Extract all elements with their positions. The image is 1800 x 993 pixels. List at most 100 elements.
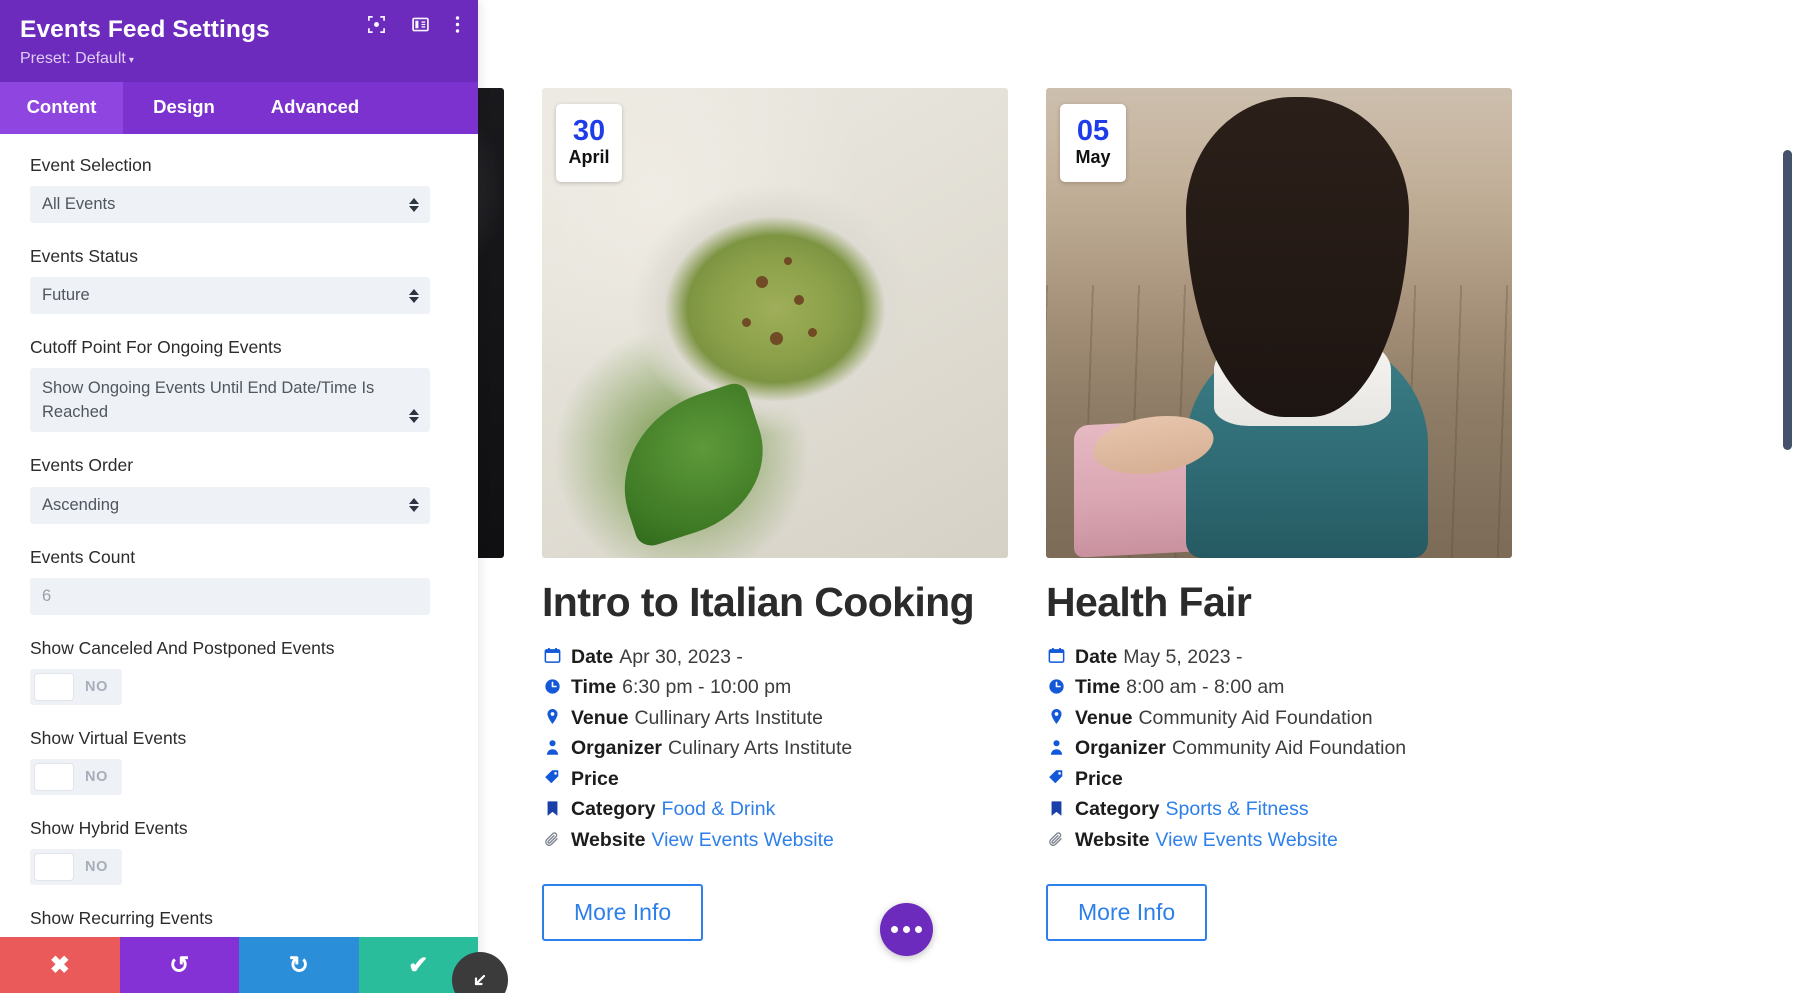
select-dropdown[interactable]: Ascending	[30, 486, 430, 524]
setting-label: Events Count	[30, 546, 136, 567]
module-settings-fab[interactable]	[880, 903, 933, 956]
bookmark-icon	[1046, 796, 1066, 820]
tab-content[interactable]: Content	[0, 82, 123, 134]
badge-month: April	[568, 146, 610, 167]
meta-value: 8:00 am - 8:00 am	[1126, 676, 1285, 699]
bookmark-icon	[542, 796, 562, 820]
tab-label: Content	[26, 96, 97, 117]
price-tag-icon	[542, 766, 562, 790]
setting-group: Events Count 6	[30, 546, 448, 615]
more-info-button[interactable]: More Info	[542, 883, 704, 941]
select-stepper-icon[interactable]	[409, 498, 419, 513]
event-thumbnail[interactable]: 30 April	[542, 88, 1008, 558]
event-thumbnail[interactable]: 05 May	[1046, 88, 1512, 558]
toggle-switch[interactable]: NO	[30, 849, 122, 886]
meta-value[interactable]: Sports & Fitness	[1166, 796, 1309, 823]
meta-label: Category	[571, 798, 656, 821]
event-meta-row: Time 8:00 am - 8:00 am	[1046, 674, 1512, 701]
meta-label: Time	[1075, 676, 1121, 699]
tab-label: Design	[153, 96, 215, 117]
undo-button[interactable]: ↺	[119, 937, 239, 993]
close-icon: ✖	[49, 951, 70, 979]
paperclip-icon	[542, 827, 562, 851]
undo-icon: ↺	[169, 951, 190, 979]
select-dropdown[interactable]: Future	[30, 277, 430, 315]
calendar-icon	[542, 644, 562, 668]
event-meta-row: Category Sports & Fitness	[1046, 796, 1512, 823]
focus-icon[interactable]	[367, 15, 386, 34]
redo-button[interactable]: ↻	[239, 937, 359, 993]
panel-header-actions	[367, 15, 460, 34]
toggle-switch[interactable]: NO	[30, 668, 122, 705]
select-dropdown[interactable]: Show Ongoing Events Until End Date/Time …	[30, 368, 430, 433]
toggle-value: NO	[85, 769, 108, 786]
field-value: All Events	[42, 195, 116, 214]
layout-icon[interactable]	[411, 15, 430, 34]
person-icon	[1046, 735, 1066, 759]
meta-text: Website View Events Website	[571, 827, 834, 854]
toggle-knob	[35, 673, 73, 700]
setting-label: Event Selection	[30, 155, 152, 175]
setting-group: Cutoff Point For Ongoing Events Show Ongo…	[30, 336, 448, 433]
setting-label: Events Status	[30, 246, 138, 267]
meta-text: Price	[1075, 766, 1129, 793]
toggle-switch[interactable]: NO	[30, 759, 122, 796]
toggle-knob	[35, 764, 73, 791]
select-stepper-icon[interactable]	[409, 409, 419, 424]
save-icon: ✔	[408, 951, 429, 979]
setting-label: Cutoff Point For Ongoing Events	[30, 337, 282, 358]
price-tag-icon	[1046, 766, 1066, 790]
event-meta-list: Date Apr 30, 2023 - Time 6:30 pm - 10:00 p…	[542, 644, 1008, 854]
setting-group: Show Virtual Events NO	[30, 727, 448, 796]
dot-1-icon	[891, 926, 898, 933]
more-info-button[interactable]: More Info	[1046, 883, 1208, 941]
meta-value: May 5, 2023 -	[1123, 645, 1243, 668]
meta-value: Community Aid Foundation	[1138, 706, 1373, 729]
event-title[interactable]: Health Fair	[1046, 579, 1512, 626]
tab-design[interactable]: Design	[123, 82, 245, 134]
meta-value[interactable]: View Events Website	[1155, 827, 1337, 854]
meta-label: Price	[1075, 767, 1123, 790]
location-pin-icon	[1046, 705, 1066, 729]
meta-text: Date May 5, 2023 -	[1075, 644, 1243, 671]
event-meta-row: Price	[542, 766, 1008, 793]
meta-label: Organizer	[571, 737, 663, 760]
setting-label: Show Canceled And Postponed Events	[30, 637, 335, 658]
setting-label: Events Order	[30, 455, 134, 476]
meta-value: Cullinary Arts Institute	[634, 706, 824, 729]
badge-month: May	[1075, 146, 1111, 167]
badge-day: 05	[1076, 114, 1110, 147]
meta-label: Price	[571, 767, 619, 790]
meta-label: Venue	[571, 706, 629, 729]
event-meta-row: Date Apr 30, 2023 -	[542, 644, 1008, 671]
select-stepper-icon[interactable]	[409, 288, 419, 303]
meta-text: Category Food & Drink	[571, 796, 775, 823]
event-meta-list: Date May 5, 2023 - Time 8:00 am - 8:00 am …	[1046, 644, 1512, 854]
setting-label: Show Virtual Events	[30, 727, 187, 748]
meta-text: Date Apr 30, 2023 -	[571, 644, 743, 671]
kebab-menu-icon[interactable]	[455, 15, 460, 34]
number-input[interactable]: 6	[30, 577, 430, 615]
event-title[interactable]: Intro to Italian Cooking	[542, 579, 1008, 626]
close-button[interactable]: ✖	[0, 937, 120, 993]
panel-scrollbar-thumb[interactable]	[1783, 150, 1792, 450]
meta-value[interactable]: View Events Website	[651, 827, 833, 854]
screen-root: 30 April Intro to Italian Cooking Date Apr …	[0, 0, 1800, 993]
meta-label: Venue	[1075, 706, 1133, 729]
event-meta-row: Time 6:30 pm - 10:00 pm	[542, 674, 1008, 701]
event-meta-row: Organizer Culinary Arts Institute	[542, 735, 1008, 762]
field-value: 6	[42, 586, 52, 605]
meta-value: Community Aid Foundation	[1172, 737, 1407, 760]
panel-footer-actions: ✖ ↺ ↻ ✔	[0, 937, 478, 993]
preset-selector[interactable]: Preset: Default ▾	[20, 50, 458, 68]
meta-value[interactable]: Food & Drink	[662, 796, 776, 823]
meta-label: Website	[1075, 829, 1150, 851]
meta-value: Apr 30, 2023 -	[619, 645, 743, 668]
clock-icon	[1046, 674, 1066, 698]
setting-group: Show Canceled And Postponed Events NO	[30, 637, 448, 705]
tab-advanced[interactable]: Advanced	[245, 82, 385, 134]
event-meta-row: Venue Cullinary Arts Institute	[542, 705, 1008, 732]
select-dropdown[interactable]: All Events	[30, 186, 430, 224]
meta-value: 6:30 pm - 10:00 pm	[622, 676, 792, 699]
select-stepper-icon[interactable]	[409, 197, 419, 212]
